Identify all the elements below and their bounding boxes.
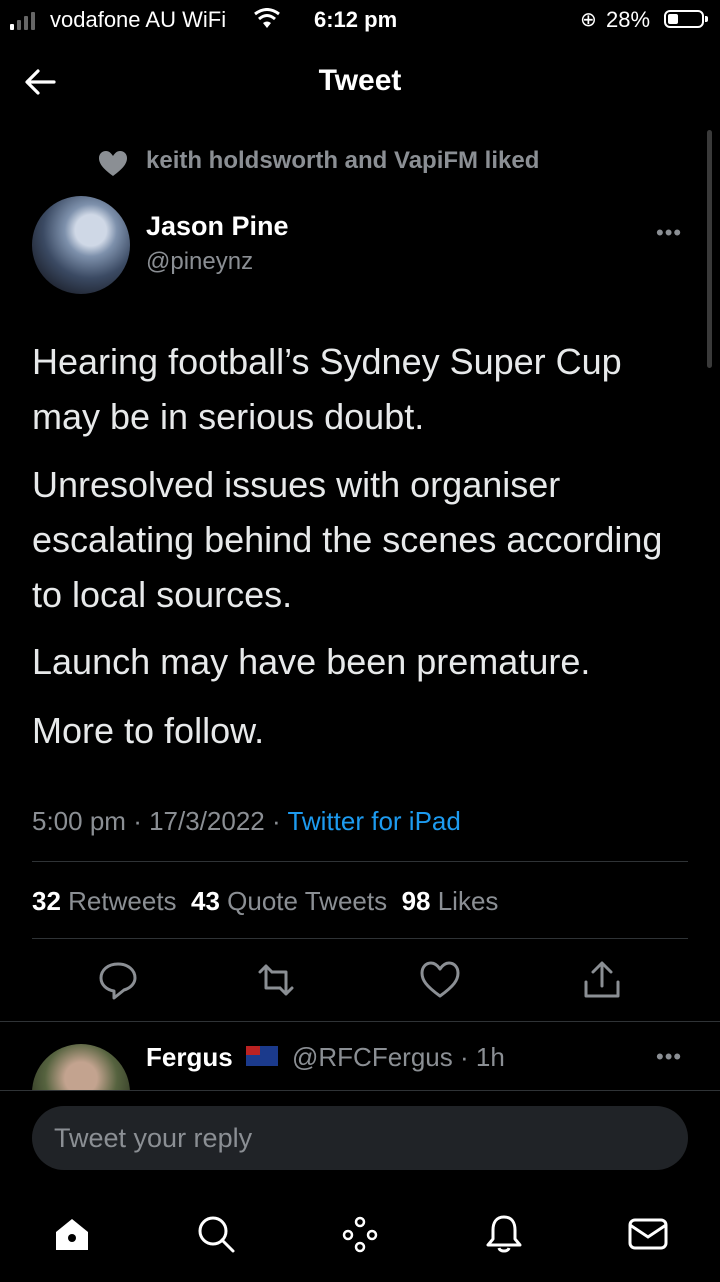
reply-input[interactable]: Tweet your reply — [32, 1106, 688, 1170]
tweet-paragraph: Launch may have been premature. — [32, 641, 591, 682]
divider — [32, 938, 688, 939]
likes-stat[interactable]: 98 Likes — [402, 886, 499, 916]
orientation-lock-icon: ⊕ — [580, 9, 597, 31]
page-title: Tweet — [318, 64, 402, 97]
quotes-count: 43 — [191, 886, 220, 916]
retweet-icon[interactable] — [254, 958, 298, 1002]
quote-tweets-stat[interactable]: 43 Quote Tweets — [191, 886, 387, 916]
separator: · — [133, 806, 142, 836]
australia-flag-icon — [246, 1046, 278, 1066]
retweets-label: Retweets — [68, 886, 177, 916]
divider — [32, 861, 688, 862]
tweet-time: 5:00 pm — [32, 806, 126, 836]
tweet-paragraph: Hearing football’s Sydney Super Cup may … — [32, 341, 622, 437]
status-bar: vodafone AU WiFi 6:12 pm ⊕ 28% — [0, 0, 720, 40]
author-handle[interactable]: @pineynz — [146, 248, 253, 276]
social-context-text[interactable]: keith holdsworth and VapiFM liked — [146, 147, 539, 175]
messages-icon[interactable] — [626, 1212, 670, 1256]
avatar[interactable] — [32, 196, 130, 294]
tweet-timestamp: 5:00 pm · 17/3/2022 · Twitter for iPad — [32, 806, 461, 837]
tweet-paragraph: Unresolved issues with organiser escalat… — [32, 464, 663, 615]
reply-author-handle[interactable]: @RFCFergus · 1h — [292, 1042, 505, 1073]
likes-count: 98 — [401, 886, 431, 916]
battery-percentage: 28% — [606, 7, 651, 32]
home-icon[interactable] — [50, 1212, 94, 1256]
more-icon[interactable]: ••• — [656, 220, 682, 246]
tweet-source-link[interactable]: Twitter for iPad — [287, 806, 460, 836]
share-icon[interactable] — [580, 958, 624, 1002]
tweet-stats: 32 Retweets 43 Quote Tweets 98 Likes — [32, 886, 498, 917]
notifications-icon[interactable] — [482, 1212, 526, 1256]
carrier-label: vodafone AU WiFi — [50, 7, 227, 32]
separator: · — [272, 806, 281, 836]
heart-icon — [99, 151, 127, 176]
signal-strength-icon — [10, 10, 35, 30]
spaces-icon[interactable] — [338, 1212, 382, 1256]
tweet-paragraph: More to follow. — [32, 710, 265, 751]
search-icon[interactable] — [194, 1212, 238, 1256]
quotes-label: Quote Tweets — [227, 886, 388, 916]
reply-author-name[interactable]: Fergus — [146, 1042, 233, 1073]
reply-icon[interactable] — [96, 958, 140, 1002]
author-name[interactable]: Jason Pine — [146, 211, 289, 242]
retweets-count: 32 — [32, 886, 61, 916]
tweet-date: 17/3/2022 — [149, 806, 265, 836]
divider — [0, 1021, 720, 1022]
reply-more-icon[interactable]: ••• — [656, 1044, 682, 1070]
like-icon[interactable] — [418, 958, 462, 1002]
battery-icon — [664, 10, 708, 28]
reply-time: 1h — [475, 1042, 505, 1072]
likes-label: Likes — [437, 886, 499, 916]
scroll-indicator[interactable] — [707, 130, 712, 368]
retweets-stat[interactable]: 32 Retweets — [32, 886, 177, 916]
wifi-icon — [254, 8, 280, 28]
reply-handle-text: @RFCFergus — [292, 1042, 453, 1072]
separator: · — [459, 1042, 469, 1072]
clock: 6:12 pm — [314, 7, 398, 32]
